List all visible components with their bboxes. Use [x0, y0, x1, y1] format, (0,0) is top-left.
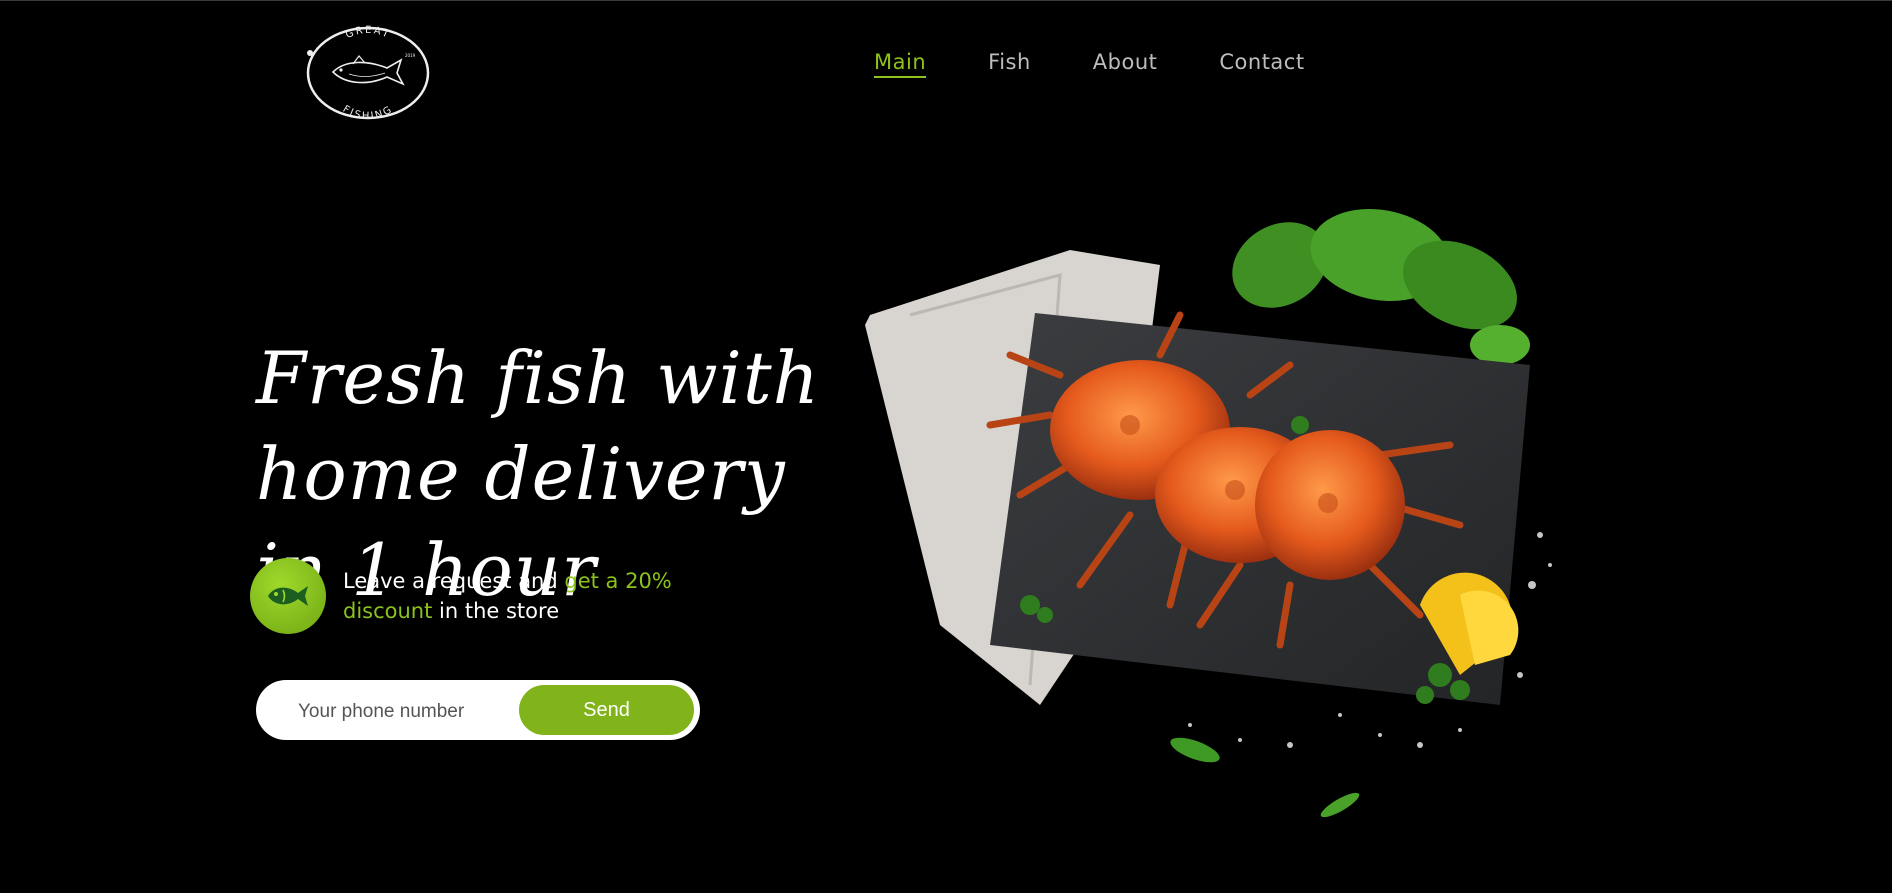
logo[interactable]: GREAT FISHING 2019	[305, 24, 431, 122]
logo-year: 2019	[405, 53, 416, 58]
logo-emblem: GREAT FISHING 2019	[306, 25, 430, 122]
top-border	[0, 0, 1892, 1]
hero-image	[860, 205, 1580, 845]
logo-bottom-text: FISHING	[341, 104, 393, 122]
phone-form: Send	[256, 680, 700, 740]
nav-about[interactable]: About	[1093, 50, 1158, 78]
nav-main[interactable]: Main	[874, 50, 927, 78]
promo-prefix: Leave a request and	[343, 569, 565, 593]
promo-text: Leave a request and get a 20% discount i…	[343, 566, 703, 626]
svg-text:GREAT: GREAT	[344, 25, 392, 41]
nav-fish[interactable]: Fish	[988, 50, 1031, 78]
main-nav: Main Fish About Contact	[874, 50, 1305, 78]
crab-platter-illustration	[865, 209, 1552, 818]
promo-suffix: in the store	[432, 599, 560, 623]
phone-input[interactable]	[296, 698, 520, 726]
nav-contact[interactable]: Contact	[1219, 50, 1304, 78]
send-button[interactable]: Send	[519, 685, 694, 735]
svg-text:FISHING: FISHING	[341, 104, 395, 122]
logo-top-text: GREAT	[344, 25, 390, 41]
promo-block: Leave a request and get a 20% discount i…	[250, 558, 703, 634]
fish-icon	[250, 558, 326, 634]
